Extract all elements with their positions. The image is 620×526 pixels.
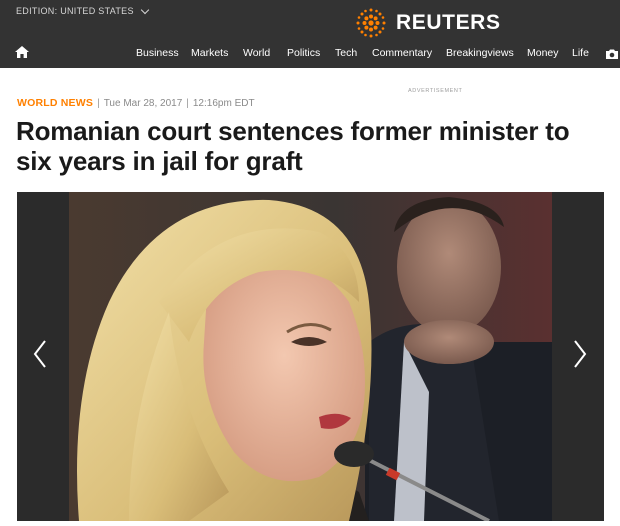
slideshow-next-button[interactable]	[567, 332, 593, 376]
nav-item-life[interactable]: Life	[572, 47, 589, 59]
meta-separator: |	[186, 97, 189, 109]
nav-item-commentary[interactable]: Commentary	[372, 47, 432, 59]
photo-image	[69, 192, 552, 521]
chevron-right-icon	[574, 340, 587, 368]
headline-line-2: six years in jail for graft	[16, 146, 303, 176]
chevron-left-icon	[33, 340, 46, 368]
meta-separator: |	[97, 97, 100, 109]
nav-item-money[interactable]: Money	[527, 47, 559, 59]
article-headline: Romanian court sentences former minister…	[16, 116, 616, 176]
logo-text: REUTERS	[396, 11, 501, 34]
article-photo[interactable]	[69, 192, 552, 521]
main-nav: Business Markets World Politics Tech Com…	[0, 47, 620, 63]
section-link[interactable]: WORLD NEWS	[17, 97, 93, 109]
nav-item-breakingviews[interactable]: Breakingviews	[446, 47, 514, 59]
nav-item-world[interactable]: World	[243, 47, 270, 59]
edition-selector[interactable]: EDITION: UNITED STATES	[16, 5, 150, 16]
chevron-down-icon	[140, 5, 150, 14]
nav-item-politics[interactable]: Politics	[287, 47, 320, 59]
reuters-dot-logo-icon	[356, 8, 386, 38]
slideshow-prev-button[interactable]	[27, 332, 53, 376]
nav-item-tech[interactable]: Tech	[335, 47, 357, 59]
camera-icon[interactable]	[606, 49, 618, 59]
article-time: 12:16pm EDT	[192, 97, 255, 109]
nav-item-markets[interactable]: Markets	[191, 47, 228, 59]
headline-line-1: Romanian court sentences former minister…	[16, 116, 570, 146]
edition-label: EDITION: UNITED STATES	[16, 6, 134, 16]
photo-slideshow	[17, 192, 604, 521]
article-meta: WORLD NEWS | Tue Mar 28, 2017 | 12:16pm …	[17, 97, 255, 109]
site-header: EDITION: UNITED STATES REUTERS Business …	[0, 0, 620, 68]
advertisement-label: ADVERTISEMENT	[408, 88, 463, 94]
article-date: Tue Mar 28, 2017	[103, 97, 183, 109]
nav-item-business[interactable]: Business	[136, 47, 179, 59]
reuters-logo[interactable]: REUTERS	[354, 6, 501, 40]
